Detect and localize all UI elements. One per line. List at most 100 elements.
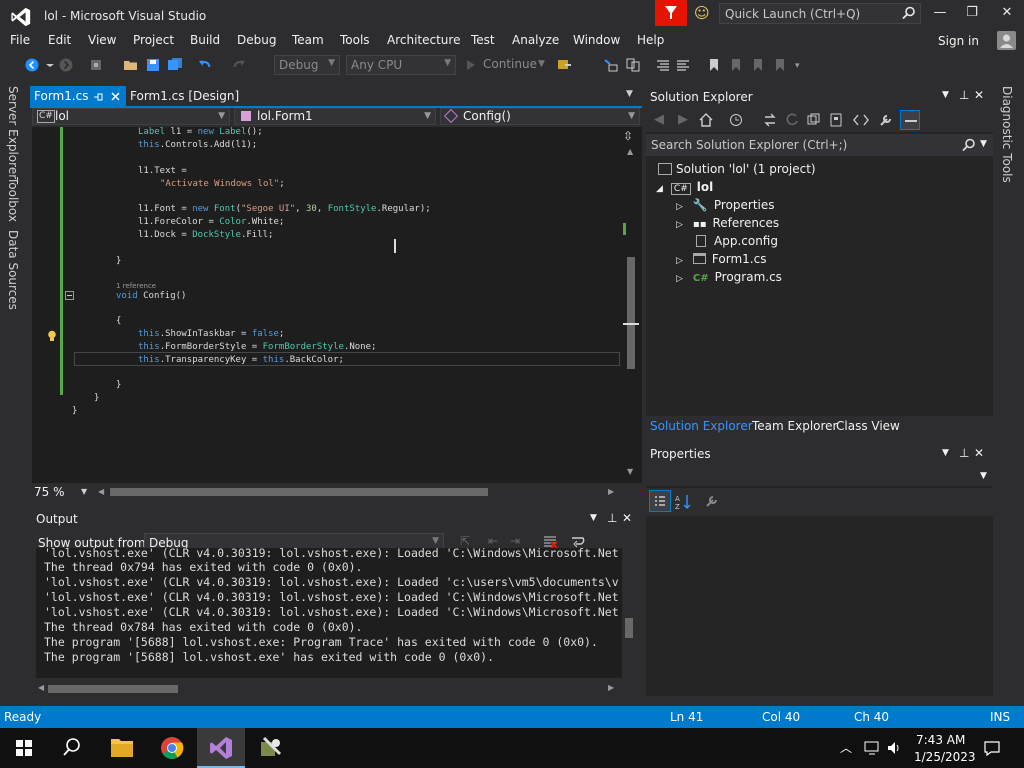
close-icon[interactable] bbox=[110, 91, 121, 102]
menu-view[interactable]: View bbox=[88, 33, 116, 47]
tree-solution-node[interactable]: Solution 'lol' (1 project) bbox=[658, 162, 816, 176]
network-icon[interactable] bbox=[863, 740, 881, 756]
menu-edit[interactable]: Edit bbox=[48, 33, 71, 47]
output-vertical-scrollbar[interactable] bbox=[622, 548, 636, 678]
dropdown-arrow-icon[interactable] bbox=[42, 57, 58, 73]
visual-studio-taskbar-icon[interactable] bbox=[197, 728, 245, 768]
scroll-thumb[interactable] bbox=[625, 618, 633, 638]
collapse-all-icon[interactable] bbox=[806, 112, 822, 128]
solution-configuration-dropdown[interactable]: Debug ▼ bbox=[274, 55, 340, 75]
tab-overflow-icon[interactable]: ▼ bbox=[626, 89, 633, 99]
step-icon[interactable] bbox=[603, 57, 619, 73]
scroll-down-icon[interactable]: ▼ bbox=[627, 467, 633, 476]
code-editor[interactable]: Label l1 = new Label(); this.Controls.Ad… bbox=[32, 127, 620, 483]
search-icon[interactable] bbox=[962, 138, 976, 152]
collapse-region-icon[interactable] bbox=[65, 291, 74, 300]
sign-in-link[interactable]: Sign in bbox=[938, 34, 979, 48]
chrome-icon[interactable] bbox=[148, 728, 196, 768]
save-all-icon[interactable] bbox=[167, 57, 183, 73]
tab-form1-design[interactable]: Form1.cs [Design] bbox=[130, 86, 260, 106]
menu-analyze[interactable]: Analyze bbox=[512, 33, 559, 47]
undo-icon[interactable] bbox=[197, 57, 213, 73]
sync-icon[interactable] bbox=[762, 112, 778, 128]
tab-class-view[interactable]: Class View bbox=[836, 419, 900, 433]
tab-team-explorer[interactable]: Team Explorer bbox=[752, 419, 838, 433]
next-bookmark-icon[interactable] bbox=[750, 57, 766, 73]
scroll-left-icon[interactable]: ◀ bbox=[38, 683, 44, 692]
tree-item-app-config[interactable]: App.config bbox=[696, 234, 778, 248]
pin-icon[interactable]: ⊥ bbox=[607, 511, 617, 525]
pin-icon[interactable]: ⊥ bbox=[959, 446, 969, 460]
menu-architecture[interactable]: Architecture bbox=[387, 33, 460, 47]
search-icon[interactable] bbox=[48, 728, 96, 768]
tree-item-form1-cs[interactable]: ▷ Form1.cs bbox=[676, 252, 766, 266]
forward-icon[interactable]: ▶ bbox=[678, 112, 688, 127]
search-icon[interactable] bbox=[902, 6, 916, 20]
preview-selected-items-icon[interactable] bbox=[900, 110, 920, 130]
tab-solution-explorer[interactable]: Solution Explorer bbox=[650, 419, 753, 433]
debug-target-icon[interactable] bbox=[556, 57, 572, 73]
maximize-button[interactable]: ❐ bbox=[962, 5, 982, 20]
collapsed-arrow-icon[interactable]: ▷ bbox=[676, 256, 683, 266]
app-taskbar-icon[interactable] bbox=[246, 728, 294, 768]
scroll-up-icon[interactable]: ▲ bbox=[627, 147, 633, 156]
collapsed-arrow-icon[interactable]: ▷ bbox=[676, 202, 683, 212]
continue-dropdown-icon[interactable]: ▼ bbox=[538, 59, 545, 69]
search-options-icon[interactable]: ▼ bbox=[980, 139, 987, 149]
window-position-icon[interactable]: ▼ bbox=[590, 513, 597, 523]
scroll-right-icon[interactable]: ▶ bbox=[608, 683, 614, 692]
diagnostic-tools-tab[interactable]: Diagnostic Tools bbox=[1000, 86, 1014, 183]
solution-platform-dropdown[interactable]: Any CPU ▼ bbox=[346, 55, 456, 75]
bookmark-icon[interactable] bbox=[706, 57, 722, 73]
split-icon[interactable]: ⇳ bbox=[623, 129, 633, 143]
output-text-area[interactable]: 'lol.vshost.exe' (CLR v4.0.30319: lol.vs… bbox=[36, 548, 622, 678]
menu-test[interactable]: Test bbox=[471, 33, 495, 47]
play-icon[interactable] bbox=[463, 57, 479, 73]
project-dropdown[interactable]: C# lol ▼ bbox=[32, 108, 230, 125]
member-dropdown[interactable]: Config() ▼ bbox=[440, 108, 640, 125]
close-icon[interactable]: ✕ bbox=[974, 88, 984, 102]
scroll-left-icon[interactable]: ◀ bbox=[98, 487, 104, 496]
tree-item-properties[interactable]: ▷ 🔧 Properties bbox=[676, 198, 775, 212]
close-icon[interactable]: ✕ bbox=[974, 446, 984, 460]
output-horizontal-scrollbar[interactable]: ◀ ▶ bbox=[36, 681, 622, 697]
tab-form1-cs[interactable]: Form1.cs bbox=[30, 86, 126, 106]
uncomment-lines-icon[interactable] bbox=[675, 57, 691, 73]
editor-horizontal-scrollbar[interactable]: 75 % ▼ ◀ ▶ bbox=[32, 483, 620, 500]
previous-message-icon[interactable]: ⇤ bbox=[488, 534, 498, 548]
minimize-button[interactable]: — bbox=[930, 5, 950, 20]
notifications-icon[interactable] bbox=[983, 740, 1001, 756]
clock-time[interactable]: 7:43 AM bbox=[916, 733, 965, 747]
horizontal-scroll-thumb[interactable] bbox=[48, 685, 178, 693]
collapsed-arrow-icon[interactable]: ▷ bbox=[676, 220, 683, 230]
tree-item-program-cs[interactable]: ▷ C# Program.cs bbox=[676, 270, 782, 284]
save-icon[interactable] bbox=[145, 57, 161, 73]
show-hidden-icons[interactable]: ︿ bbox=[840, 739, 852, 756]
pin-icon[interactable]: ⊥ bbox=[959, 88, 969, 102]
windows-start-icon[interactable] bbox=[0, 728, 48, 768]
properties-object-dropdown[interactable]: ▼ bbox=[646, 466, 993, 486]
notification-flag-icon[interactable] bbox=[655, 0, 687, 26]
scroll-thumb[interactable] bbox=[627, 257, 635, 369]
menu-team[interactable]: Team bbox=[292, 33, 324, 47]
find-message-icon[interactable]: ⇱ bbox=[460, 534, 470, 548]
menu-window[interactable]: Window bbox=[573, 33, 620, 47]
navigate-forward-icon[interactable] bbox=[58, 57, 74, 73]
new-project-icon[interactable] bbox=[88, 57, 104, 73]
window-position-icon[interactable]: ▼ bbox=[942, 90, 949, 100]
tree-item-references[interactable]: ▷ ▪▪ References bbox=[676, 216, 779, 230]
menu-debug[interactable]: Debug bbox=[237, 33, 276, 47]
properties-wrench-icon[interactable] bbox=[878, 112, 894, 128]
account-icon[interactable] bbox=[997, 31, 1016, 50]
alphabetical-icon[interactable]: AZ bbox=[674, 493, 692, 511]
feedback-smiley-icon[interactable]: ☺ bbox=[694, 4, 710, 22]
scroll-right-icon[interactable]: ▶ bbox=[608, 487, 614, 496]
clear-bookmarks-icon[interactable] bbox=[772, 57, 788, 73]
next-message-icon[interactable]: ⇥ bbox=[510, 534, 520, 548]
menu-help[interactable]: Help bbox=[637, 33, 664, 47]
redo-icon[interactable] bbox=[231, 57, 247, 73]
pending-changes-filter-icon[interactable] bbox=[728, 112, 744, 128]
toolbox-tab[interactable]: Toolbox bbox=[6, 177, 20, 222]
clock-date[interactable]: 1/25/2023 bbox=[914, 750, 976, 764]
server-explorer-tab[interactable]: Server Explorer bbox=[6, 86, 20, 179]
